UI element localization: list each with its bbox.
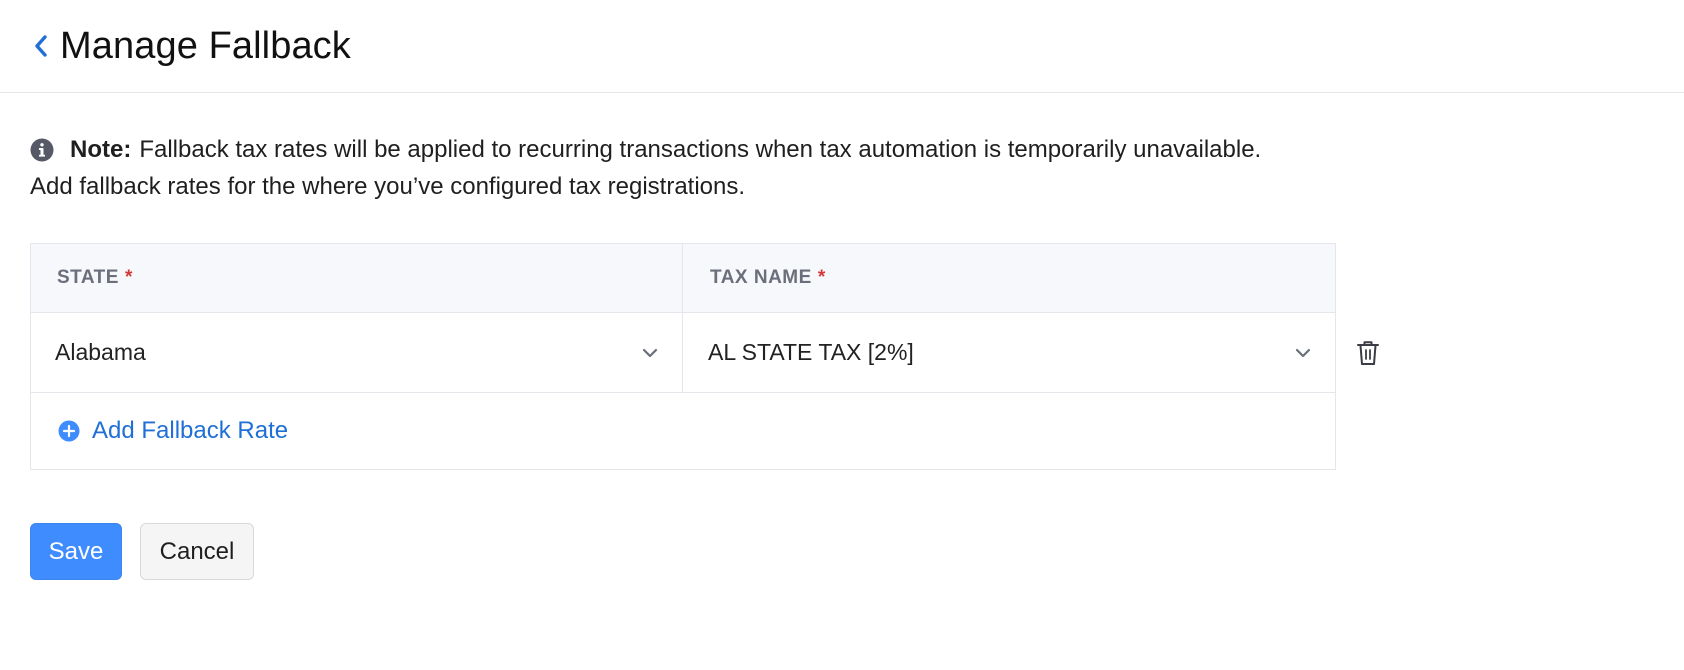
chevron-down-icon bbox=[640, 343, 660, 363]
cancel-button[interactable]: Cancel bbox=[140, 523, 254, 580]
column-header-state-label: STATE bbox=[57, 267, 119, 288]
add-row-container: Add Fallback Rate bbox=[31, 393, 1335, 469]
state-select[interactable]: Alabama bbox=[31, 313, 683, 392]
chevron-left-icon bbox=[35, 35, 47, 57]
note-label: Note: bbox=[70, 136, 132, 163]
tax-name-select[interactable]: AL STATE TAX [2%] bbox=[683, 313, 1335, 392]
add-fallback-rate-button[interactable]: Add Fallback Rate bbox=[58, 417, 288, 445]
column-header-state: STATE * bbox=[31, 244, 683, 312]
table-header: STATE * TAX NAME * bbox=[31, 244, 1335, 313]
main-content: Note: Fallback tax rates will be applied… bbox=[0, 131, 1684, 580]
tax-name-select-value: AL STATE TAX [2%] bbox=[708, 339, 914, 365]
add-fallback-rate-label: Add Fallback Rate bbox=[92, 417, 289, 444]
required-marker: * bbox=[124, 267, 133, 288]
required-marker: * bbox=[817, 267, 826, 288]
note-banner: Note: Fallback tax rates will be applied… bbox=[30, 131, 1410, 205]
column-header-tax-name: TAX NAME * bbox=[683, 244, 1335, 312]
form-actions: Save Cancel bbox=[30, 523, 1654, 580]
plus-circle-icon bbox=[58, 420, 80, 442]
column-header-tax-name-label: TAX NAME bbox=[710, 267, 812, 288]
table-row: Alabama AL STATE TAX [2%] bbox=[31, 313, 1379, 393]
state-select-value: Alabama bbox=[55, 339, 146, 365]
delete-row-button[interactable] bbox=[1353, 337, 1383, 369]
note-text-line-1: Fallback tax rates will be applied to re… bbox=[139, 136, 1262, 163]
back-button[interactable] bbox=[30, 31, 52, 61]
info-icon bbox=[30, 138, 54, 162]
trash-icon bbox=[1357, 341, 1379, 365]
note-line-1: Note: Fallback tax rates will be applied… bbox=[30, 131, 1410, 168]
chevron-down-icon bbox=[1293, 343, 1313, 363]
fallback-rates-table: STATE * TAX NAME * Alabama AL STATE TAX … bbox=[30, 243, 1379, 470]
save-button[interactable]: Save bbox=[30, 523, 122, 580]
page-header: Manage Fallback bbox=[0, 0, 1684, 93]
note-text-line-2: Add fallback rates for the where you’ve … bbox=[30, 173, 746, 200]
page-title: Manage Fallback bbox=[60, 24, 351, 67]
